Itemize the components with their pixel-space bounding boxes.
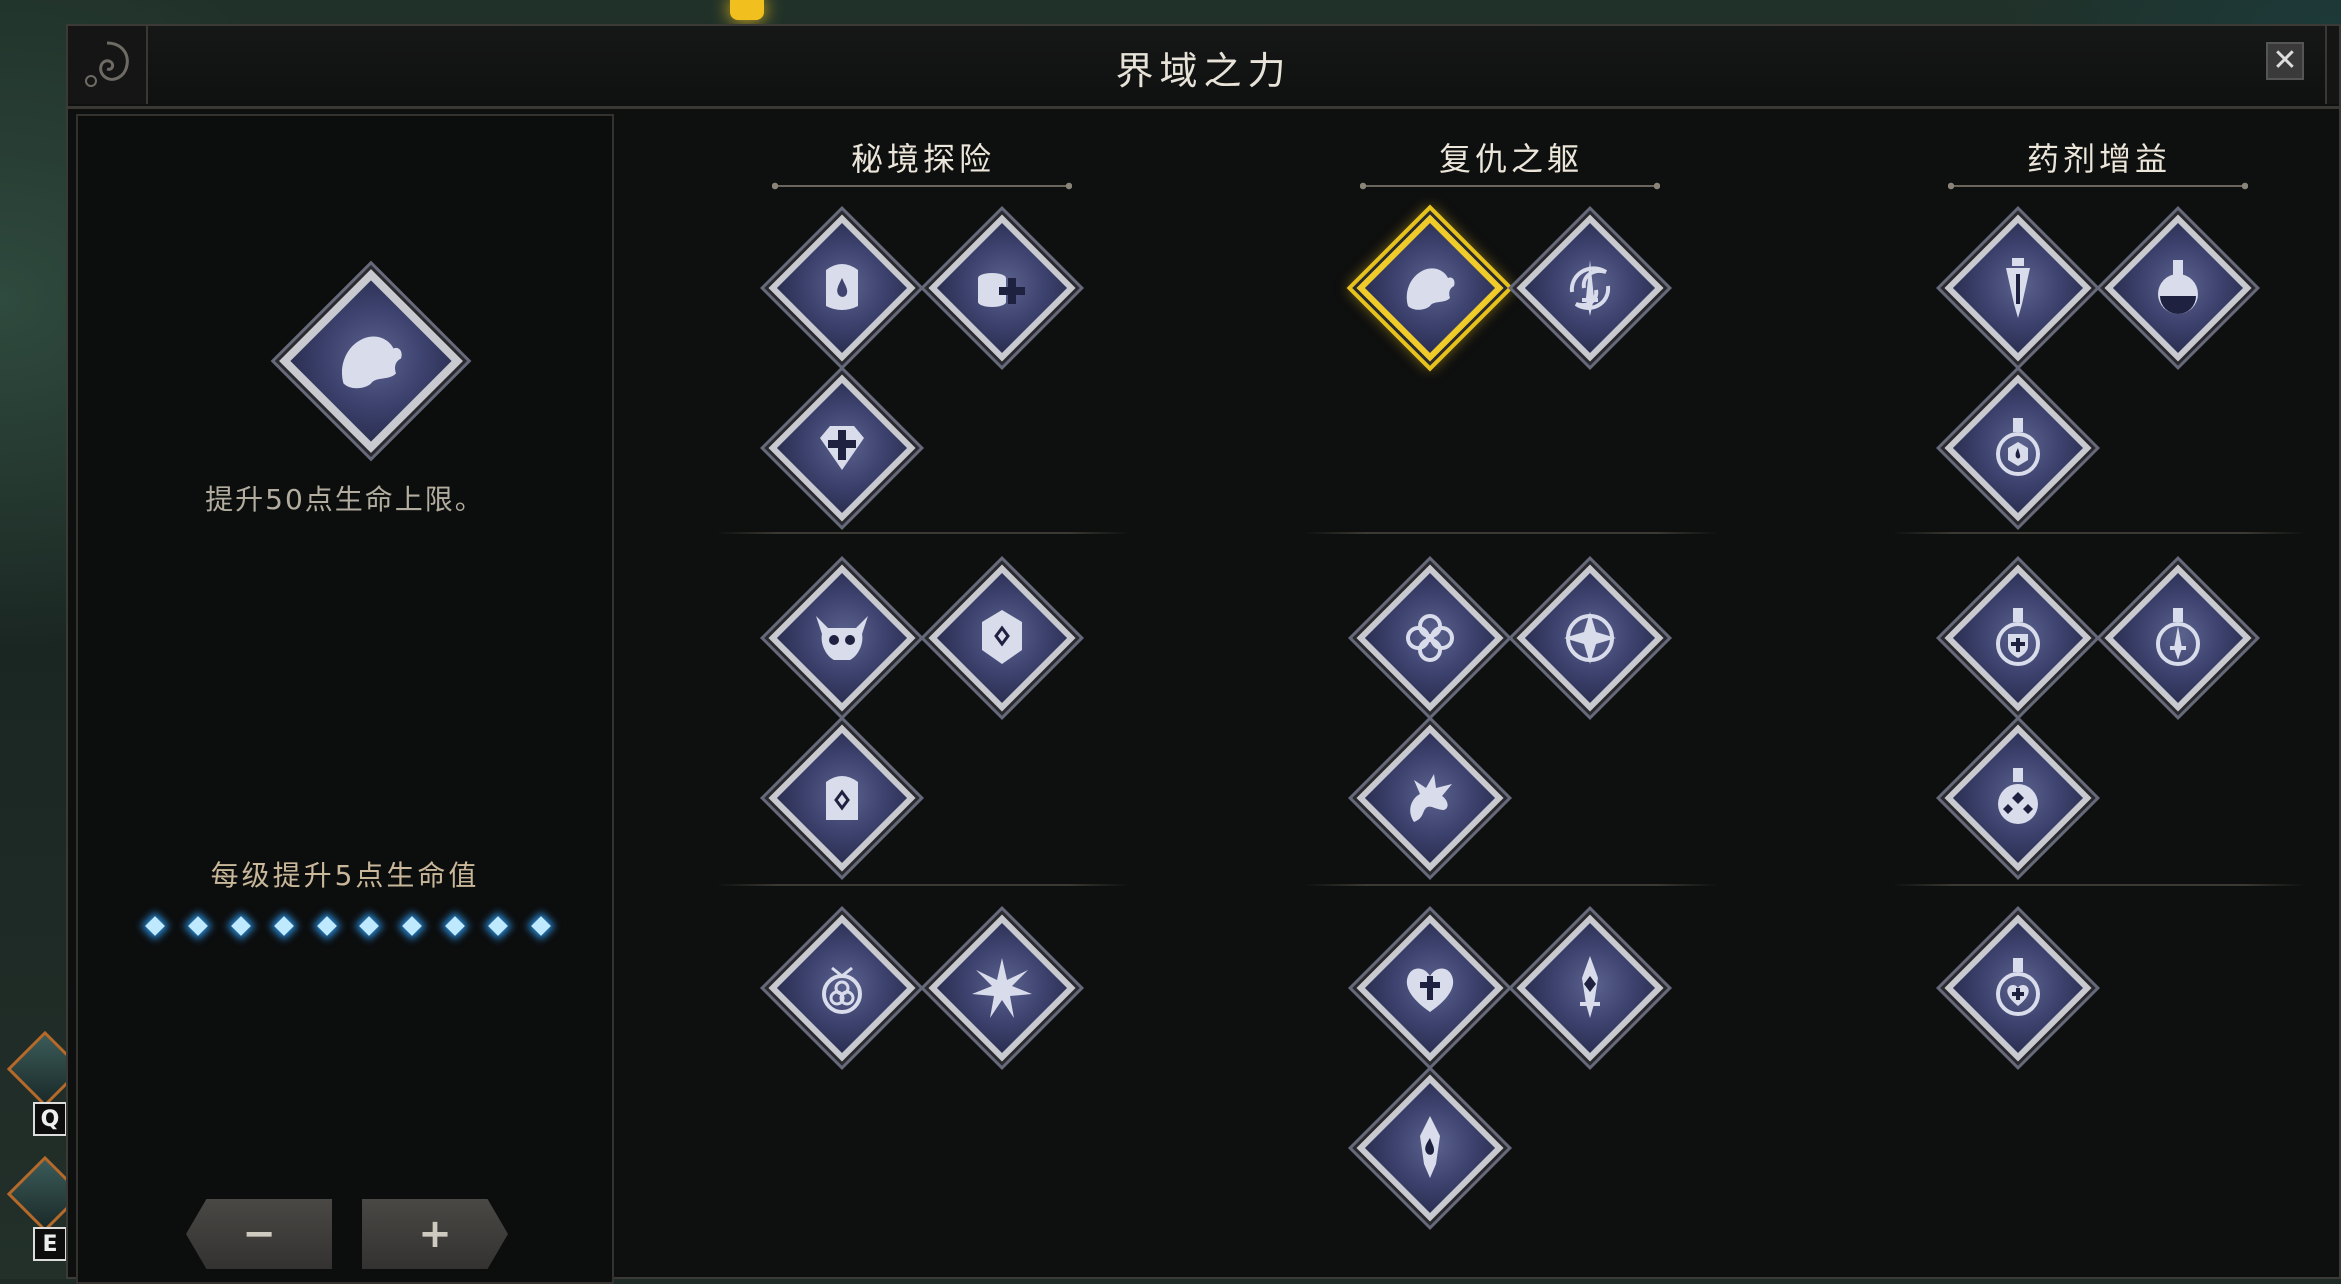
- potion-sword-icon: [2156, 608, 2200, 666]
- level-pip: [530, 916, 551, 936]
- hotkey-e-label: E: [33, 1227, 67, 1261]
- skill-flame-blade[interactable]: [1354, 1072, 1506, 1224]
- hound-head-icon: [1406, 268, 1455, 310]
- round-flask-icon: [2158, 260, 2198, 314]
- skill-compass-star[interactable]: [1514, 562, 1666, 714]
- skill-potion-gems[interactable]: [1942, 722, 2094, 874]
- tier-separator: [1304, 532, 1718, 534]
- level-pip: [187, 916, 208, 936]
- skill-coin-stack[interactable]: [926, 212, 1078, 364]
- selected-skill-preview: [276, 266, 466, 456]
- level-pip: [445, 916, 466, 936]
- skill-triquetra-amulet[interactable]: [766, 912, 918, 1064]
- potion-heart-icon: [1996, 958, 2040, 1016]
- skill-per-level-bonus: 每级提升5点生命值: [210, 859, 480, 892]
- skill-level-pips: [145, 912, 551, 942]
- column-rule: [1948, 182, 2248, 190]
- window-title: 界域之力: [1115, 49, 1292, 93]
- rune-gem-icon: [982, 610, 1022, 664]
- column-title-secret-realm: 秘境探险: [850, 140, 995, 178]
- skill-swirl-sword[interactable]: [1514, 212, 1666, 364]
- flame-blade-icon: [1420, 1116, 1440, 1178]
- skill-knot[interactable]: [1354, 562, 1506, 714]
- potion-drop-icon: [1996, 418, 2040, 476]
- skill-potion-dagger[interactable]: [1942, 212, 2094, 364]
- level-pip: [230, 916, 251, 936]
- world-light-source: [730, 0, 764, 20]
- skill-round-flask[interactable]: [2102, 212, 2254, 364]
- triquetra-amulet-icon: [822, 966, 862, 1014]
- knot-icon: [1406, 614, 1454, 662]
- ability-slot-q[interactable]: Q: [0, 1030, 84, 1136]
- skill-potion-shield[interactable]: [1942, 562, 2094, 714]
- potion-shield-icon: [1996, 608, 2040, 666]
- realm-power-window: 界域之力 ✕ 提升50点生命上限。 每级提升5点生命值 − + 秘境探险 复仇之…: [66, 24, 2341, 1284]
- increase-level-button[interactable]: +: [362, 1199, 508, 1269]
- tier-separator: [716, 532, 1130, 534]
- skill-drop-shield[interactable]: [766, 212, 918, 364]
- coin-stack-plus-icon: [978, 273, 1025, 307]
- ability-slot-e[interactable]: E: [0, 1155, 84, 1261]
- skill-potion-heart[interactable]: [1942, 912, 2094, 1064]
- skill-potion-sword[interactable]: [2102, 562, 2254, 714]
- level-pip: [145, 916, 165, 936]
- crystal-blade-icon: [1580, 956, 1600, 1018]
- column-rule: [1360, 182, 1660, 190]
- swirl-sword-icon: [1569, 260, 1611, 316]
- skill-description: 提升50点生命上限。: [205, 483, 485, 516]
- skill-crystal-blade[interactable]: [1514, 912, 1666, 1064]
- skill-rune-gem[interactable]: [926, 562, 1078, 714]
- skill-rune-tablet[interactable]: [766, 722, 918, 874]
- column-title-potion-boost: 药剂增益: [2026, 140, 2171, 178]
- level-pip: [488, 916, 508, 936]
- skill-hound-head-selected[interactable]: [1354, 212, 1506, 364]
- skill-dragon-head[interactable]: [1354, 722, 1506, 874]
- tier-separator: [1892, 532, 2306, 534]
- potion-dagger-icon: [2006, 258, 2030, 318]
- hotkey-q-label: Q: [33, 1102, 67, 1136]
- compass-star-icon: [1564, 612, 1616, 664]
- titlebar-right-ornament: [2325, 26, 2339, 104]
- dragon-head-icon: [1410, 774, 1452, 822]
- heart-cross-icon: [1406, 968, 1454, 1012]
- hound-head-icon: [341, 336, 402, 389]
- window-titlebar: 界域之力 ✕: [68, 26, 2339, 109]
- skill-heart-cross[interactable]: [1354, 912, 1506, 1064]
- drop-shield-icon: [826, 264, 858, 310]
- column-title-vengeful-body: 复仇之躯: [1438, 140, 1583, 178]
- close-button[interactable]: ✕: [2266, 42, 2304, 80]
- level-pip: [316, 916, 337, 936]
- star-burst-icon: [972, 958, 1032, 1018]
- tier-separator: [1304, 884, 1718, 886]
- skill-potion-drop[interactable]: [1942, 372, 2094, 524]
- rune-tablet-icon: [826, 776, 858, 820]
- column-rule: [772, 182, 1072, 190]
- level-pip: [359, 916, 380, 936]
- decrease-level-button[interactable]: −: [186, 1199, 332, 1269]
- horned-skull-icon: [816, 616, 868, 660]
- tier-separator: [1892, 884, 2306, 886]
- potion-gems-icon: [1998, 768, 2038, 824]
- level-pip: [273, 916, 294, 936]
- gem-cross-icon: [820, 426, 864, 470]
- tier-separator: [716, 884, 1130, 886]
- level-pip: [402, 916, 423, 936]
- skill-detail-panel: 提升50点生命上限。 每级提升5点生命值 − +: [76, 114, 614, 1284]
- skill-gem-cross[interactable]: [766, 372, 918, 524]
- skill-star-burst[interactable]: [926, 912, 1078, 1064]
- skill-horned-skull[interactable]: [766, 562, 918, 714]
